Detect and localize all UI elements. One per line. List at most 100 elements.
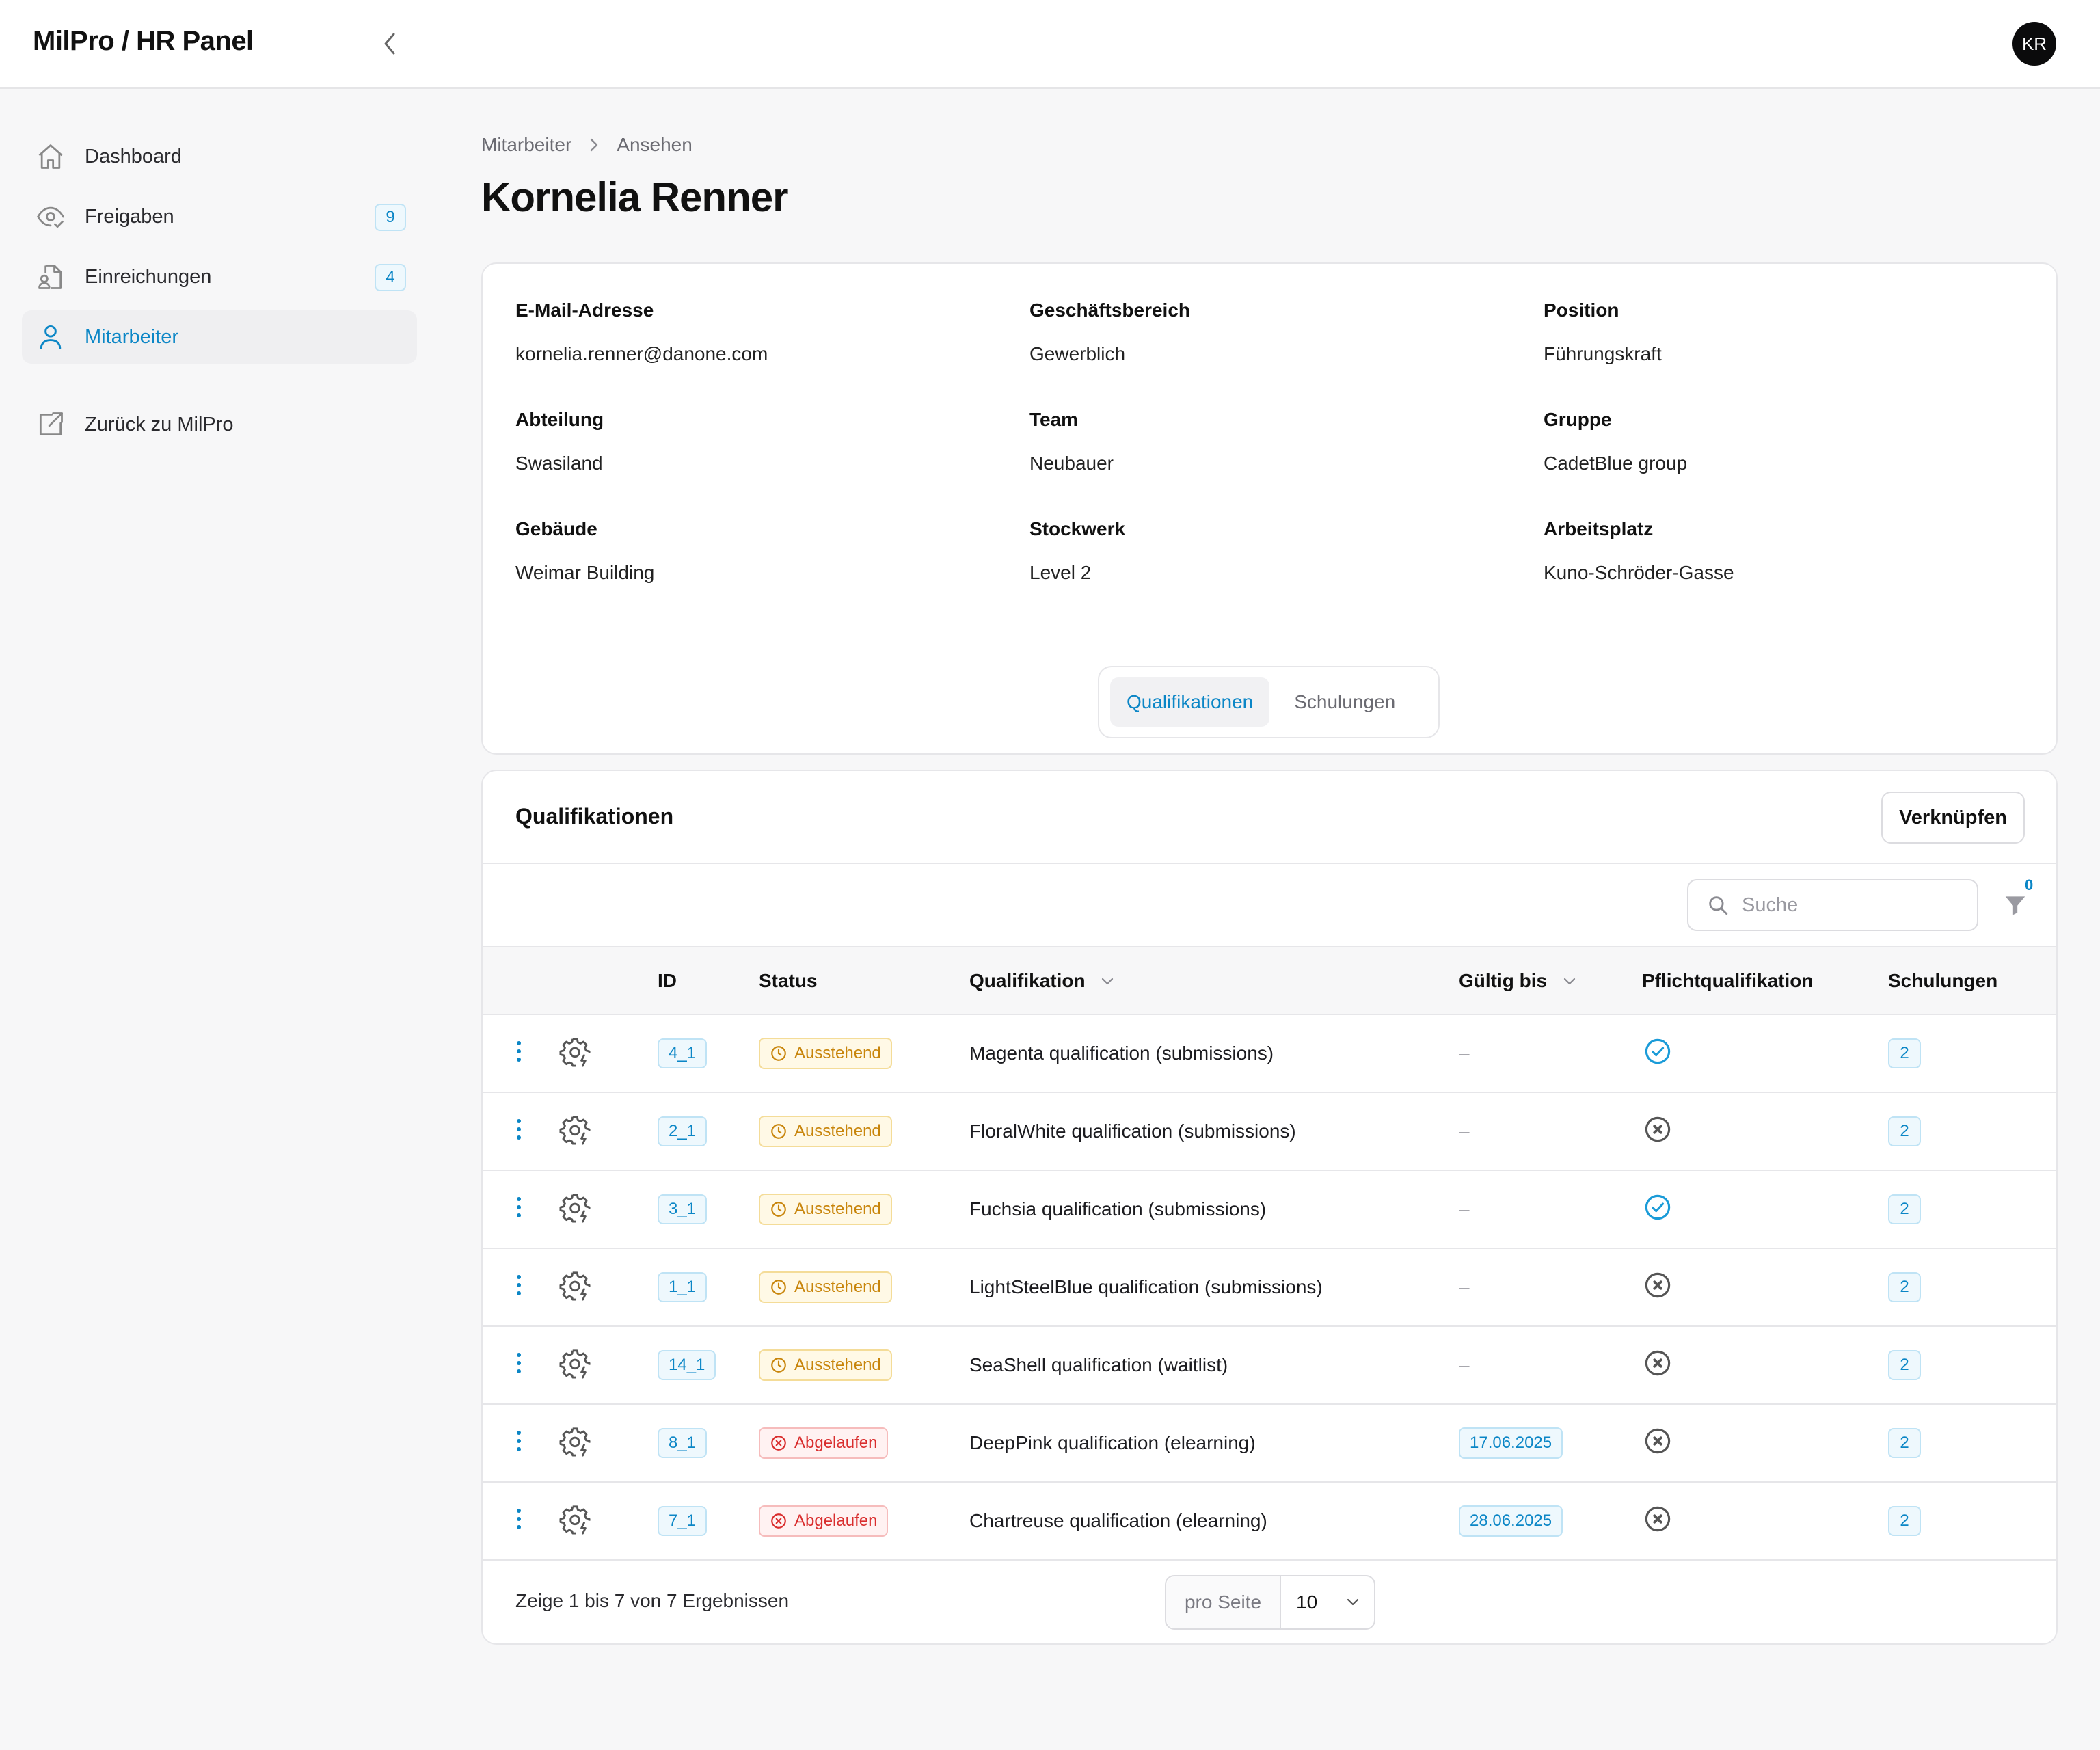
kebab-menu-icon [515,1429,522,1457]
sidebar-item-freigaben[interactable]: Freigaben 9 [22,190,417,243]
info-field-floor: Stockwerk Level 2 [1029,518,1544,585]
sidebar-item-dashboard[interactable]: Dashboard [22,130,417,183]
row-settings-button[interactable] [559,1036,591,1072]
qualifications-table: ID Status Qualifikation Gültig bis Pflic… [483,947,2056,1561]
column-header-trainings: Schulungen [1888,969,1998,991]
row-menu-button[interactable] [515,1118,522,1146]
table-row: 8_1 Abgelaufen DeepPink qualification (e… [483,1404,2056,1482]
row-menu-button[interactable] [515,1274,522,1302]
qualification-name: Fuchsia qualification (submissions) [969,1198,1267,1220]
x-circle-icon [1643,1506,1672,1537]
top-bar: MilPro / HR Panel KR [0,0,2100,89]
sidebar-item-einreichungen[interactable]: Einreichungen 4 [22,250,417,304]
per-page-dropdown[interactable]: 10 [1281,1591,1374,1613]
row-menu-button[interactable] [515,1040,522,1068]
check-circle-icon [1643,1194,1672,1226]
chevron-right-icon [589,137,599,152]
qualification-name: DeepPink qualification (elearning) [969,1432,1256,1453]
trainings-count-badge[interactable]: 2 [1888,1350,1921,1380]
gear-icon [559,1425,591,1462]
breadcrumb-parent-link[interactable]: Mitarbeiter [481,134,571,156]
info-field-workplace: Arbeitsplatz Kuno-Schröder-Gasse [1544,518,2040,585]
id-badge[interactable]: 2_1 [658,1116,708,1146]
column-header-label: Qualifikation [969,969,1086,991]
column-header-label: Gültig bis [1459,969,1548,991]
chevron-down-icon [1562,977,1577,986]
collapse-sidebar-button[interactable] [376,27,403,60]
avatar[interactable]: KR [2012,22,2056,66]
count-badge: 4 [375,264,406,291]
field-label: Stockwerk [1029,518,1126,539]
trainings-count-badge[interactable]: 2 [1888,1194,1921,1224]
table-row: 4_1 Ausstehend Magenta qualification (su… [483,1014,2056,1092]
valid-until-empty: – [1459,1042,1470,1064]
x-circle-icon [770,1512,788,1530]
row-settings-button[interactable] [559,1192,591,1228]
sidebar-item-label: Mitarbeiter [85,325,178,348]
row-menu-button[interactable] [515,1507,522,1535]
check-circle-icon [1643,1038,1672,1070]
x-circle-icon [1643,1272,1672,1304]
row-settings-button[interactable] [559,1347,591,1384]
link-button[interactable]: Verknüpfen [1881,792,2025,844]
column-header-valid-until[interactable]: Gültig bis [1459,947,1642,1014]
field-label: Abteilung [515,409,604,430]
card-title: Qualifikationen [515,804,674,829]
trainings-count-badge[interactable]: 2 [1888,1506,1921,1536]
trainings-count-badge[interactable]: 2 [1888,1272,1921,1302]
status-label: Ausstehend [794,1044,881,1062]
sidebar-item-label: Dashboard [85,145,182,167]
external-link-icon [36,409,66,440]
column-settings [559,947,658,1014]
row-settings-button[interactable] [559,1425,591,1462]
field-value: Führungskraft [1544,343,1662,364]
breadcrumb-current: Ansehen [617,134,692,155]
table-row: 3_1 Ausstehend Fuchsia qualification (su… [483,1170,2056,1248]
row-menu-button[interactable] [515,1351,522,1379]
row-menu-button[interactable] [515,1196,522,1224]
status-badge: Ausstehend [759,1271,892,1303]
filter-count-badge: 0 [2025,876,2034,893]
main-content: Mitarbeiter Ansehen Kornelia Renner E-Ma… [481,130,2058,1645]
row-settings-button[interactable] [559,1503,591,1539]
id-badge[interactable]: 7_1 [658,1506,708,1536]
field-value: Swasiland [515,453,603,474]
sidebar-item-mitarbeiter[interactable]: Mitarbeiter [22,310,417,364]
status-badge: Ausstehend [759,1349,892,1381]
column-actions [483,947,559,1014]
tab-bar: Qualifikationen Schulungen [1098,666,1440,738]
clock-icon [770,1278,788,1296]
trainings-count-badge[interactable]: 2 [1888,1428,1921,1458]
valid-until-badge: 17.06.2025 [1459,1427,1563,1459]
table-header-row: ID Status Qualifikation Gültig bis Pflic… [483,947,2056,1014]
trainings-count-badge[interactable]: 2 [1888,1038,1921,1068]
column-header-qualification[interactable]: Qualifikation [969,947,1459,1014]
column-header-id: ID [658,969,677,991]
kebab-menu-icon [515,1118,522,1146]
status-label: Ausstehend [794,1356,881,1374]
field-value: kornelia.renner@danone.com [515,343,768,364]
user-icon [36,322,66,352]
qualification-name: Chartreuse qualification (elearning) [969,1510,1267,1531]
kebab-menu-icon [515,1351,522,1379]
id-badge[interactable]: 3_1 [658,1194,708,1224]
trainings-count-badge[interactable]: 2 [1888,1116,1921,1146]
id-badge[interactable]: 4_1 [658,1038,708,1068]
row-settings-button[interactable] [559,1114,591,1150]
info-field-email: E-Mail-Adresse kornelia.renner@danone.co… [515,299,1029,366]
search-input[interactable] [1742,893,1961,917]
gear-icon [559,1503,591,1539]
row-menu-button[interactable] [515,1429,522,1457]
id-badge[interactable]: 8_1 [658,1428,708,1458]
id-badge[interactable]: 14_1 [658,1350,716,1380]
tab-schulungen[interactable]: Schulungen [1278,677,1412,727]
row-settings-button[interactable] [559,1269,591,1306]
eye-check-icon [36,202,66,232]
sidebar-item-back-to-milpro[interactable]: Zurück zu MilPro [22,398,417,451]
id-badge[interactable]: 1_1 [658,1272,708,1302]
valid-until-empty: – [1459,1120,1470,1142]
sidebar-divider [22,371,417,398]
filter-icon [2005,896,2025,915]
results-summary: Zeige 1 bis 7 von 7 Ergebnissen [515,1590,790,1611]
tab-qualifikationen[interactable]: Qualifikationen [1110,677,1270,727]
